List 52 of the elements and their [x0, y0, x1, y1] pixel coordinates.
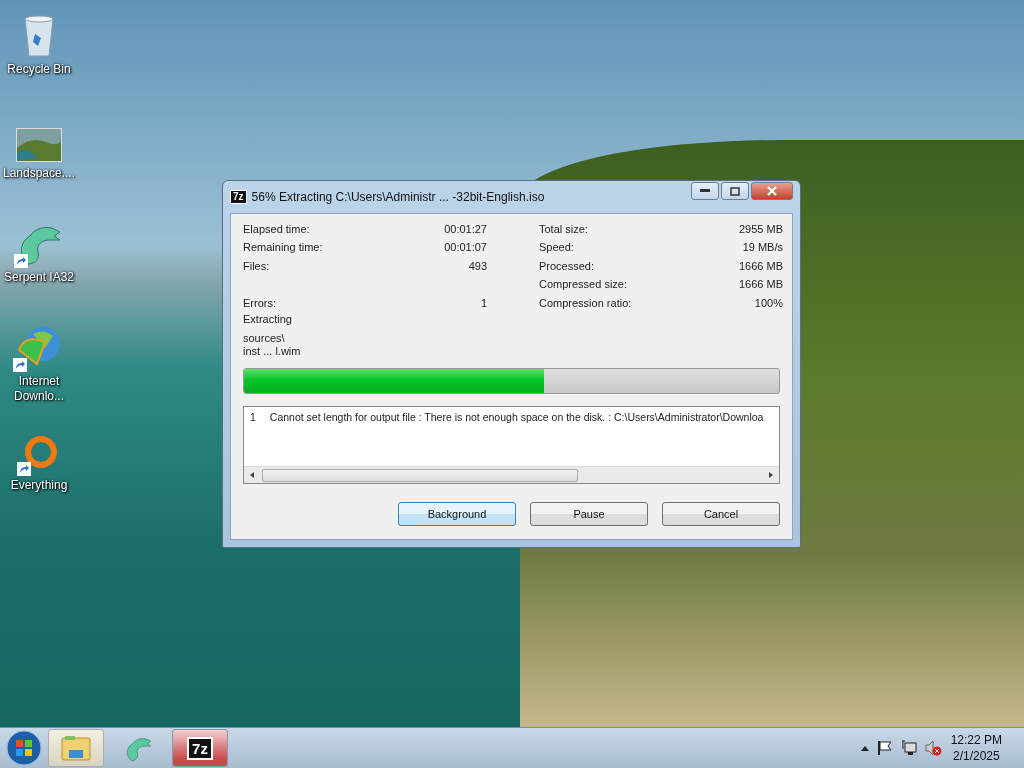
close-button[interactable]: [751, 182, 793, 200]
minimize-button[interactable]: [691, 182, 719, 200]
stat-value: 1: [480, 295, 487, 310]
stat-label: Total size:: [539, 222, 588, 236]
stat-value: 100%: [754, 295, 783, 310]
scroll-right-arrow-icon[interactable]: [767, 471, 775, 479]
stat-value: 00:01:07: [444, 240, 487, 255]
app-logo-icon: 7z: [230, 190, 247, 204]
stat-value: 00:01:27: [444, 222, 487, 236]
clock[interactable]: 12:22 PM 2/1/2025: [950, 732, 1002, 764]
stat-value: 1666 MB: [738, 258, 783, 273]
start-button[interactable]: [6, 730, 42, 766]
dialog-button[interactable]: Background: [398, 502, 516, 526]
stat-label: Files:: [243, 258, 270, 273]
stat-value: 1666 MB: [738, 277, 783, 292]
stat-label: Elapsed time:: [243, 222, 310, 236]
taskbar-button[interactable]: 7z: [172, 729, 228, 767]
stat-label: Speed:: [539, 240, 574, 255]
landscape-picture-icon: [16, 128, 62, 162]
stat-label: Remaining time:: [243, 240, 323, 255]
stat-label: Errors:: [243, 295, 276, 310]
stat-label: Processed:: [539, 258, 595, 273]
log-index: 1: [250, 411, 256, 423]
log-message: Cannot set length for output file : There is not enough space on the disk. : C:\Users\Administrator\Downloa: [269, 411, 764, 423]
stat-label: Compressed size:: [539, 277, 628, 292]
current-file-path: sources\: [243, 332, 285, 344]
close-icon: [767, 186, 777, 196]
maximize-icon: [730, 186, 740, 196]
shortcut-arrow-icon: [13, 358, 27, 372]
stat-value: 19 MB/s: [742, 240, 783, 255]
stat-value: 2955 MB: [738, 222, 783, 236]
dialog-button[interactable]: Pause: [530, 502, 648, 526]
dialog-button[interactable]: Cancel: [662, 502, 780, 526]
stat-label: Compression ratio:: [539, 295, 632, 310]
maximize-button[interactable]: [721, 182, 749, 200]
status-text: Extracting: [243, 313, 292, 325]
desktop-icon-label[interactable]: Everything: [1, 478, 77, 493]
minimize-icon: [700, 189, 710, 193]
muted-speaker-icon[interactable]: [924, 740, 943, 756]
flag-icon[interactable]: [876, 740, 893, 756]
shortcut-arrow-icon: [14, 254, 28, 268]
stat-value: 493: [468, 258, 487, 273]
show-hidden-icons-button[interactable]: [860, 745, 869, 751]
taskbar-button[interactable]: [48, 729, 104, 767]
current-file-path: inst ... l.wim: [243, 345, 301, 357]
folder-icon: [61, 735, 91, 761]
horizontal-scrollbar[interactable]: [244, 466, 779, 483]
desktop-icon-label[interactable]: Internet Downlo...: [1, 374, 77, 404]
window-title: 56% Extracting C:\Users\Administr ... -32bit-English.iso: [251, 190, 546, 204]
network-icon[interactable]: [900, 740, 917, 756]
shortcut-arrow-icon: [17, 462, 31, 476]
scroll-left-arrow-icon[interactable]: [248, 471, 256, 479]
